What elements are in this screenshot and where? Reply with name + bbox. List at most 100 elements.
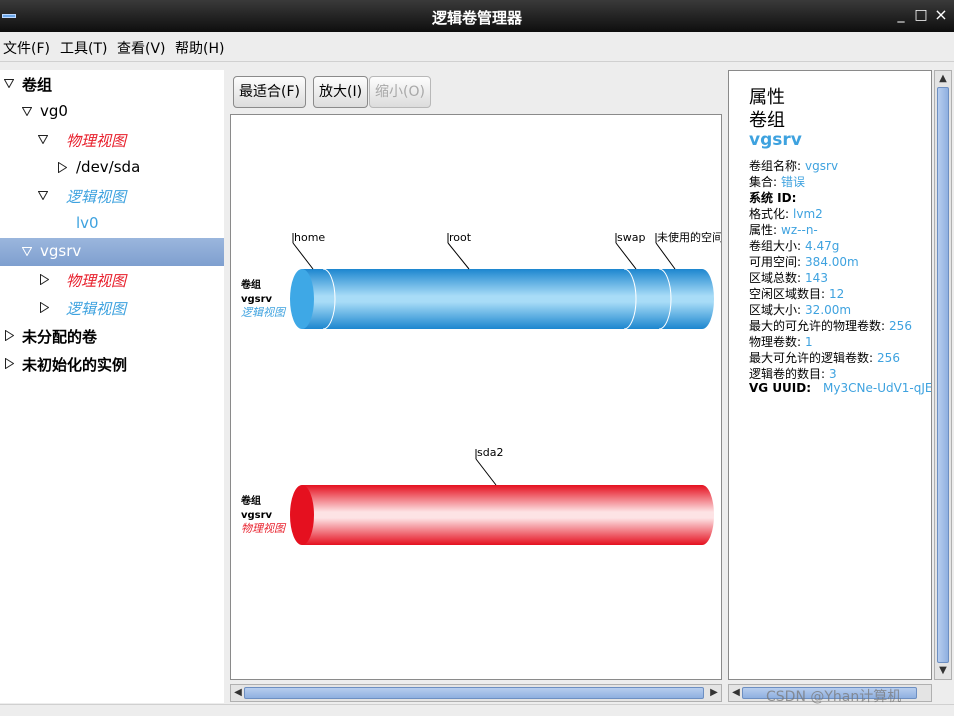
segment-leader bbox=[475, 458, 497, 486]
scrollbar-thumb[interactable] bbox=[937, 87, 949, 663]
maximize-button[interactable]: □ bbox=[912, 6, 930, 24]
window-title: 逻辑卷管理器 bbox=[431, 9, 522, 27]
logical-cylinder-body[interactable] bbox=[302, 269, 702, 329]
property-row: 格式化: lvm2 bbox=[749, 205, 823, 222]
segment-label-home[interactable]: home bbox=[294, 231, 325, 244]
property-row: 空闲区域数目: 12 bbox=[749, 285, 844, 302]
property-row: 属性: wz--n- bbox=[749, 221, 818, 238]
properties-vg-name: vgsrv bbox=[749, 130, 802, 150]
segment-label-root[interactable]: root bbox=[449, 231, 472, 244]
scroll-right-arrow-icon[interactable]: ▶ bbox=[707, 685, 721, 701]
segment-label-sda2[interactable]: sda2 bbox=[477, 446, 503, 459]
tree-item-vg0-logical-view[interactable]: 逻辑视图 bbox=[0, 182, 224, 210]
property-key: 区域总数: bbox=[749, 271, 802, 285]
logical-cylinder-cap bbox=[290, 269, 314, 329]
property-key: 可用空间: bbox=[749, 255, 802, 269]
volume-canvas[interactable]: 卷组 vgsrv 逻辑视图 home root swap 未使用的空间 卷组 v… bbox=[230, 114, 723, 680]
tree-item-dev-sda[interactable]: /dev/sda bbox=[0, 154, 224, 182]
segment-label-swap[interactable]: swap bbox=[617, 231, 645, 244]
menu-help[interactable]: 帮助(H) bbox=[175, 38, 224, 58]
property-row: 最大的可允许的物理卷数: 256 bbox=[749, 317, 912, 334]
expanded-arrow-icon[interactable] bbox=[4, 79, 14, 88]
property-key: 系统 ID: bbox=[749, 191, 797, 205]
tree-label: 未初始化的实例 bbox=[22, 356, 128, 374]
property-row: 集合: 错误 bbox=[749, 173, 805, 190]
physical-cylinder-body[interactable] bbox=[302, 485, 702, 545]
tree-label: 未分配的卷 bbox=[22, 328, 98, 346]
property-key: 物理卷数: bbox=[749, 335, 802, 349]
segment-label-unused[interactable]: 未使用的空间 bbox=[657, 230, 723, 244]
tree-item-unallocated[interactable]: 未分配的卷 bbox=[0, 322, 224, 350]
scroll-left-arrow-icon[interactable]: ◀ bbox=[231, 685, 245, 701]
expanded-arrow-icon[interactable] bbox=[38, 135, 48, 144]
tree-item-vgsrv-logical-view[interactable]: 逻辑视图 bbox=[0, 294, 224, 322]
tree-item-volume-groups[interactable]: 卷组 bbox=[0, 70, 224, 98]
canvas-horizontal-scrollbar[interactable]: ◀ ▶ bbox=[230, 684, 722, 702]
scroll-up-arrow-icon[interactable]: ▲ bbox=[936, 71, 950, 87]
tree-label: 物理视图 bbox=[66, 272, 127, 290]
properties-vertical-scrollbar[interactable]: ▲ ▼ bbox=[934, 70, 952, 680]
close-button[interactable]: × bbox=[932, 6, 950, 24]
zoom-out-button: 缩小(O) bbox=[369, 76, 431, 108]
collapsed-arrow-icon[interactable] bbox=[58, 162, 67, 173]
physical-label-type: 卷组 bbox=[240, 494, 261, 507]
property-key: 最大的可允许的物理卷数: bbox=[749, 319, 886, 333]
property-row: 卷组大小: 4.47g bbox=[749, 237, 839, 254]
watermark: CSDN @Yhan计算机 bbox=[766, 689, 902, 705]
property-value: 3 bbox=[829, 367, 837, 381]
property-value: 32.00m bbox=[805, 303, 852, 317]
menu-file[interactable]: 文件(F) bbox=[3, 38, 50, 58]
scroll-left-arrow-icon[interactable]: ◀ bbox=[729, 685, 743, 701]
view-toolbar: 最适合(F) 放大(I) 缩小(O) bbox=[230, 72, 722, 112]
physical-cylinder-end bbox=[690, 485, 714, 545]
property-value: 错误 bbox=[781, 175, 806, 189]
fit-button[interactable]: 最适合(F) bbox=[233, 76, 306, 108]
property-key: 属性: bbox=[749, 223, 778, 237]
tree-item-vgsrv[interactable]: vgsrv bbox=[0, 238, 224, 266]
logical-label-type: 卷组 bbox=[240, 278, 261, 291]
zoom-in-button[interactable]: 放大(I) bbox=[313, 76, 369, 108]
tree-label: /dev/sda bbox=[76, 158, 141, 176]
segment-leader bbox=[292, 242, 314, 270]
menu-tools[interactable]: 工具(T) bbox=[60, 38, 107, 58]
property-value: 1 bbox=[805, 335, 813, 349]
property-row: 卷组名称: vgsrv bbox=[749, 157, 838, 174]
properties-subheading: 卷组 bbox=[749, 110, 785, 131]
property-row: 物理卷数: 1 bbox=[749, 333, 813, 350]
property-value: 256 bbox=[889, 319, 912, 333]
expanded-arrow-icon[interactable] bbox=[22, 107, 32, 116]
property-row: 可用空间: 384.00m bbox=[749, 253, 859, 270]
tree-item-uninitialized[interactable]: 未初始化的实例 bbox=[0, 350, 224, 378]
property-value: 384.00m bbox=[805, 255, 859, 269]
menu-view[interactable]: 查看(V) bbox=[117, 38, 166, 58]
property-value: 12 bbox=[829, 287, 845, 301]
properties-panel: 属性 卷组 vgsrv 卷组名称: vgsrv 集合: 错误 系统 ID: 格式化: lvm… bbox=[728, 70, 932, 680]
menu-bar: 文件(F) 工具(T) 查看(V) 帮助(H) bbox=[0, 32, 954, 62]
segment-leader bbox=[447, 242, 470, 270]
tree-label: 逻辑视图 bbox=[66, 188, 127, 206]
property-value: vgsrv bbox=[805, 159, 839, 173]
tree-item-vg0-physical-view[interactable]: 物理视图 bbox=[0, 126, 224, 154]
tree-item-lv0[interactable]: lv0 bbox=[0, 210, 224, 238]
collapsed-arrow-icon[interactable] bbox=[5, 358, 14, 369]
tree-item-vgsrv-physical-view[interactable]: 物理视图 bbox=[0, 266, 224, 294]
property-key: 空闲区域数目: bbox=[749, 287, 826, 301]
expanded-arrow-icon[interactable] bbox=[22, 247, 32, 256]
collapsed-arrow-icon[interactable] bbox=[40, 274, 49, 285]
tree-label: vg0 bbox=[40, 102, 68, 120]
expanded-arrow-icon[interactable] bbox=[38, 191, 48, 200]
property-row: 逻辑卷的数目: 3 bbox=[749, 365, 837, 382]
tree-item-vg0[interactable]: vg0 bbox=[0, 98, 224, 126]
window-titlebar: 逻辑卷管理器 _ □ × bbox=[0, 0, 954, 32]
segment-leader bbox=[615, 242, 637, 270]
tree-label: vgsrv bbox=[40, 242, 82, 260]
minimize-button[interactable]: _ bbox=[892, 6, 910, 24]
scroll-down-arrow-icon[interactable]: ▼ bbox=[936, 663, 950, 679]
collapsed-arrow-icon[interactable] bbox=[40, 302, 49, 313]
property-row: 区域总数: 143 bbox=[749, 269, 828, 286]
property-value: wz--n- bbox=[781, 223, 818, 237]
scrollbar-thumb[interactable] bbox=[244, 687, 704, 699]
tree-label: 逻辑视图 bbox=[66, 300, 127, 318]
collapsed-arrow-icon[interactable] bbox=[5, 330, 14, 341]
property-key: 集合: bbox=[749, 175, 778, 189]
